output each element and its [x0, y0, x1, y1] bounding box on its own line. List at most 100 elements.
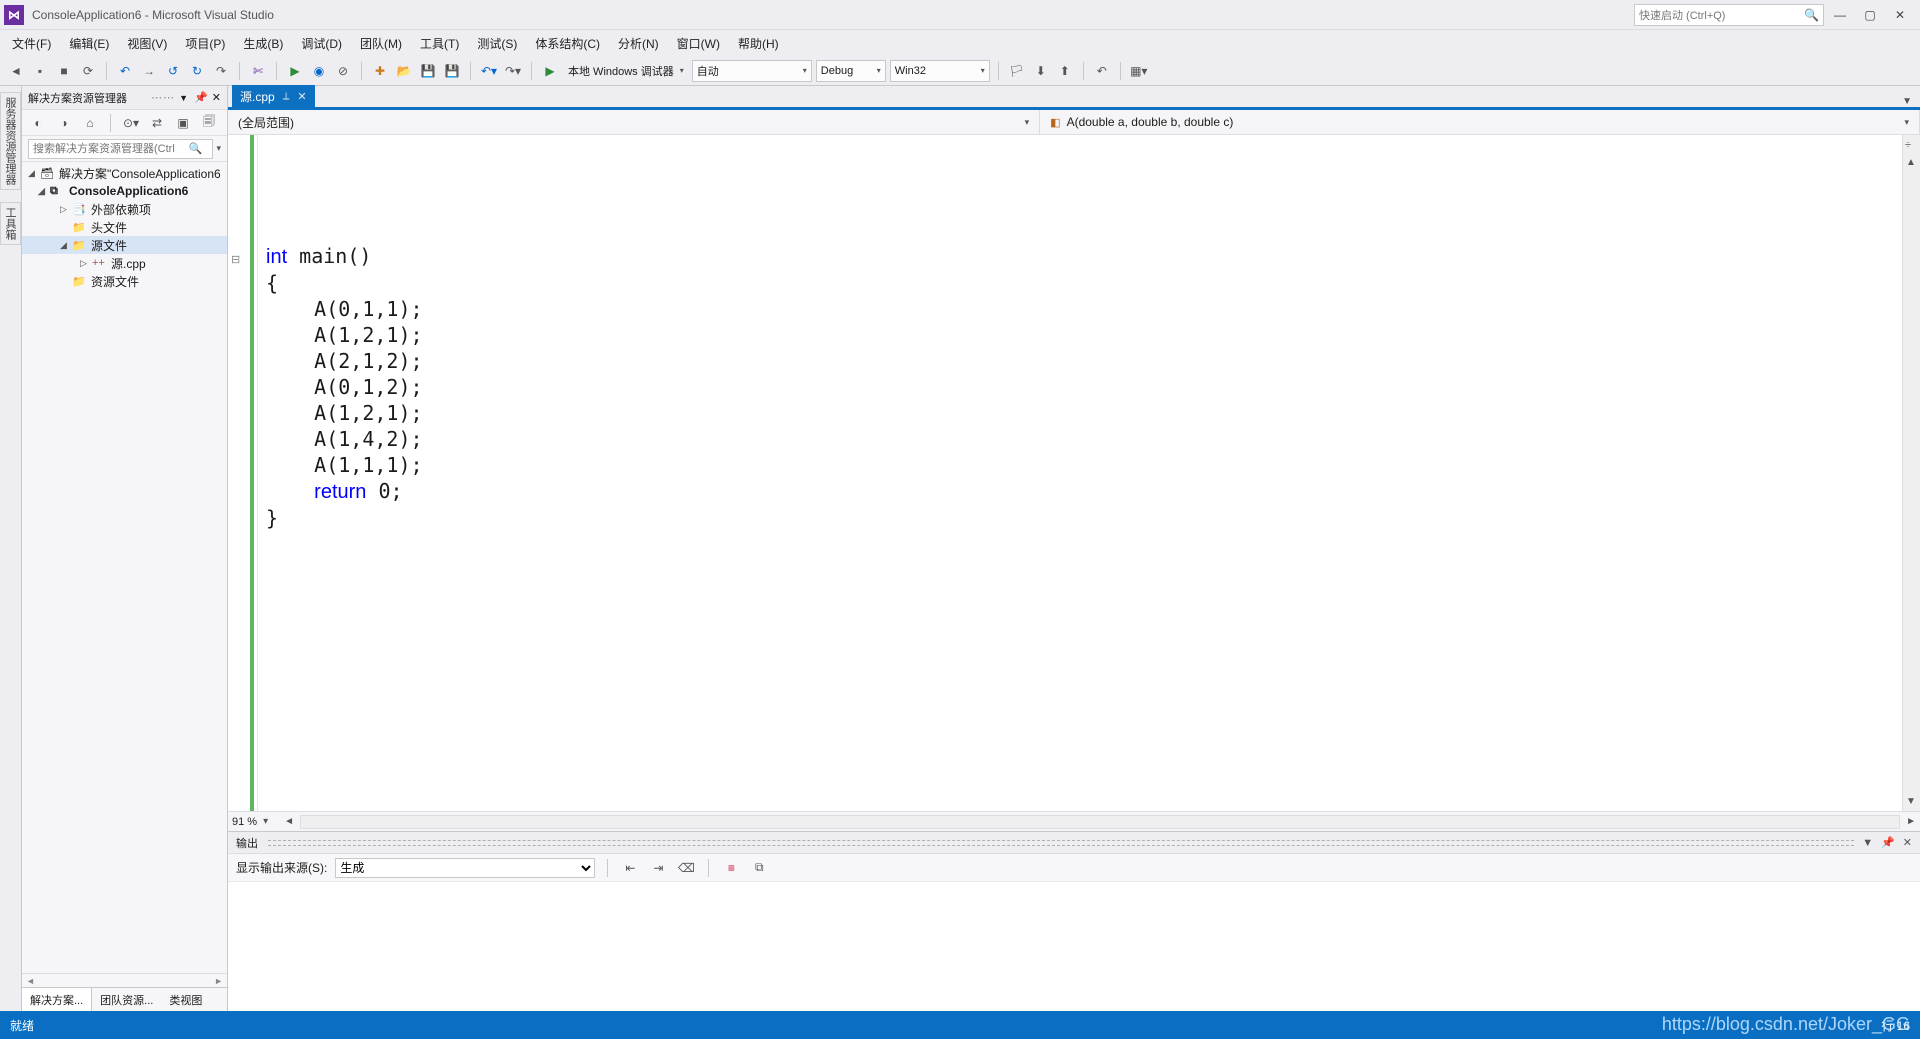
- minimize-button[interactable]: —: [1826, 4, 1854, 26]
- start-icon[interactable]: ▶: [285, 61, 305, 81]
- scroll-up-icon[interactable]: ▲: [1906, 157, 1916, 168]
- back-icon[interactable]: ◐: [28, 113, 48, 133]
- nav-back-icon[interactable]: ◄: [6, 61, 26, 81]
- download-icon[interactable]: ⬇: [1031, 61, 1051, 81]
- cut-icon[interactable]: ✄: [248, 61, 268, 81]
- fwd-icon[interactable]: ◑: [54, 113, 74, 133]
- save-icon[interactable]: 💾: [418, 61, 438, 81]
- outline-toggle-icon[interactable]: ⊟: [231, 253, 240, 266]
- scope-icon[interactable]: ⊙▾: [121, 113, 141, 133]
- config-dropdown[interactable]: Debug▾: [816, 60, 886, 82]
- panel-close-icon[interactable]: ✕: [212, 91, 221, 104]
- code-editor[interactable]: ⊟ int main() { A(0,1,1); A(1,2,1); A(2,1…: [228, 135, 1920, 811]
- member-dropdown[interactable]: ◧ A(double a, double b, double c)▾: [1040, 110, 1920, 134]
- new-item-icon[interactable]: ✚: [370, 61, 390, 81]
- menu-edit[interactable]: 编辑(E): [61, 33, 117, 54]
- search-dd-icon[interactable]: ▾: [216, 143, 221, 154]
- prev-msg-icon[interactable]: ⇤: [620, 858, 640, 878]
- toggle-icon[interactable]: ⧉: [749, 858, 769, 878]
- output-menu-icon[interactable]: ▼: [1862, 837, 1873, 849]
- clear-icon[interactable]: ⌫: [676, 858, 696, 878]
- run-icon[interactable]: ▶: [540, 61, 560, 81]
- scroll-down-icon[interactable]: ▼: [1906, 796, 1916, 807]
- rail-toolbox[interactable]: 工具箱: [0, 202, 21, 245]
- menu-debug[interactable]: 调试(D): [293, 33, 350, 54]
- output-pin-icon[interactable]: 📌: [1881, 836, 1895, 849]
- platform-dropdown[interactable]: Win32▾: [890, 60, 990, 82]
- tree-resources[interactable]: 📁资源文件: [22, 272, 227, 290]
- flag-icon[interactable]: 🏳: [1007, 61, 1027, 81]
- home-icon[interactable]: ⌂: [80, 113, 100, 133]
- zoom-dd-icon[interactable]: ▾: [263, 816, 268, 827]
- tab-close-icon[interactable]: ✕: [297, 90, 306, 103]
- tree-external[interactable]: ▷📑外部依赖项: [22, 200, 227, 218]
- step-fwd-icon[interactable]: ↻: [187, 61, 207, 81]
- solution-hscroll[interactable]: ◄►: [22, 973, 227, 987]
- hscroll-left-icon[interactable]: ◄: [284, 816, 294, 827]
- tree-headers[interactable]: 📁头文件: [22, 218, 227, 236]
- quick-launch-input[interactable]: 快速启动 (Ctrl+Q) 🔍: [1634, 4, 1824, 26]
- mode-dropdown[interactable]: 自动▾: [692, 60, 812, 82]
- menu-view[interactable]: 视图(V): [119, 33, 175, 54]
- restart-icon[interactable]: ⊘: [333, 61, 353, 81]
- sync-icon[interactable]: ⇄: [147, 113, 167, 133]
- split-icon[interactable]: ÷: [1905, 139, 1911, 151]
- menu-arch[interactable]: 体系结构(C): [527, 33, 608, 54]
- tab-team[interactable]: 团队资源...: [92, 988, 161, 1011]
- menu-tools[interactable]: 工具(T): [412, 33, 467, 54]
- output-body[interactable]: [228, 882, 1920, 1011]
- properties-icon[interactable]: 🗐: [199, 113, 219, 133]
- search-icon[interactable]: 🔍: [189, 142, 203, 155]
- horizontal-scrollbar[interactable]: [300, 815, 1900, 829]
- nav-fwd-icon[interactable]: ▪: [30, 61, 50, 81]
- redo2-icon[interactable]: ↷▾: [503, 61, 523, 81]
- tab-pin-icon[interactable]: ⟂: [283, 91, 290, 102]
- menu-file[interactable]: 文件(F): [4, 33, 59, 54]
- wrap-icon[interactable]: ≡: [721, 858, 741, 878]
- stop-debug-icon[interactable]: ◉: [309, 61, 329, 81]
- undo2-icon[interactable]: ↶▾: [479, 61, 499, 81]
- tab-classview[interactable]: 类视图: [161, 988, 210, 1011]
- doc-tab-active[interactable]: 源.cpp ⟂ ✕: [232, 85, 315, 107]
- grid-icon[interactable]: ▦▾: [1129, 61, 1149, 81]
- open-icon[interactable]: 📂: [394, 61, 414, 81]
- upload-icon[interactable]: ⬆: [1055, 61, 1075, 81]
- step-back-icon[interactable]: ↺: [163, 61, 183, 81]
- debugger-dropdown[interactable]: 本地 Windows 调试器▾: [564, 60, 688, 82]
- menu-project[interactable]: 项目(P): [177, 33, 233, 54]
- menu-window[interactable]: 窗口(W): [669, 33, 728, 54]
- redo-icon[interactable]: ↷: [211, 61, 231, 81]
- tabs-overflow-icon[interactable]: ▼: [1894, 96, 1920, 107]
- scope-dropdown[interactable]: (全局范围)▾: [228, 110, 1040, 134]
- maximize-button[interactable]: ▢: [1856, 4, 1884, 26]
- pin-icon[interactable]: 📌: [194, 91, 208, 104]
- tab-solution[interactable]: 解决方案...: [22, 988, 92, 1011]
- refresh-icon[interactable]: ⟳: [78, 61, 98, 81]
- menu-analyze[interactable]: 分析(N): [610, 33, 667, 54]
- code-area[interactable]: int main() { A(0,1,1); A(1,2,1); A(2,1,2…: [258, 135, 1902, 811]
- menu-help[interactable]: 帮助(H): [730, 33, 787, 54]
- collapse-icon[interactable]: ▣: [173, 113, 193, 133]
- next-msg-icon[interactable]: ⇥: [648, 858, 668, 878]
- stop-icon[interactable]: ■: [54, 61, 74, 81]
- tree-sources[interactable]: ◢📁源文件: [22, 236, 227, 254]
- output-source-dropdown[interactable]: 生成: [335, 858, 595, 878]
- hscroll-right-icon[interactable]: ►: [1906, 816, 1916, 827]
- zoom-level[interactable]: 91 %: [232, 816, 257, 828]
- save-all-icon[interactable]: 💾: [442, 61, 462, 81]
- output-close-icon[interactable]: ✕: [1903, 836, 1912, 849]
- nav-fwd2-icon[interactable]: →: [139, 61, 159, 81]
- tree-project[interactable]: ◢⧉ConsoleApplication6: [22, 182, 227, 200]
- rail-server-explorer[interactable]: 服务器资源管理器: [0, 92, 21, 190]
- menu-team[interactable]: 团队(M): [352, 33, 410, 54]
- menu-build[interactable]: 生成(B): [235, 33, 291, 54]
- undo3-icon[interactable]: ↶: [1092, 61, 1112, 81]
- menu-test[interactable]: 测试(S): [469, 33, 525, 54]
- undo-icon[interactable]: ↶: [115, 61, 135, 81]
- solution-search-input[interactable]: [28, 139, 213, 159]
- tree-source-file[interactable]: ▷++源.cpp: [22, 254, 227, 272]
- panel-menu-icon[interactable]: ▼: [179, 93, 188, 103]
- tree-solution-root[interactable]: ◢🗃解决方案"ConsoleApplication6: [22, 164, 227, 182]
- vertical-scrollbar[interactable]: ÷ ▲ ▼: [1902, 135, 1920, 811]
- close-button[interactable]: ✕: [1886, 4, 1914, 26]
